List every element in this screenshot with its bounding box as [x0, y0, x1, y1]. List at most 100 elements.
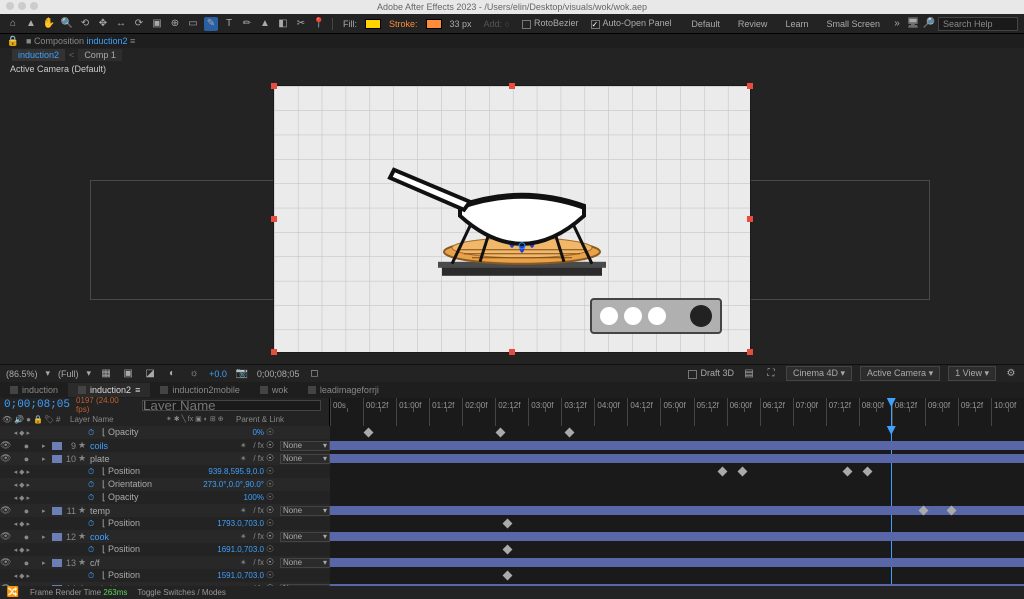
- bbox-handle[interactable]: [271, 216, 277, 222]
- keyframe[interactable]: [565, 428, 575, 438]
- track-row[interactable]: [330, 582, 1024, 586]
- desktop-icon[interactable]: 🖥: [906, 17, 920, 31]
- puppet-tool-icon[interactable]: 📍: [312, 17, 326, 31]
- zoom-tool-icon[interactable]: 🔍: [60, 17, 74, 31]
- rotate-tool-icon[interactable]: ⟳: [132, 17, 146, 31]
- bbox-handle[interactable]: [509, 349, 515, 355]
- bbox-handle[interactable]: [271, 349, 277, 355]
- views-dd[interactable]: 1 View ▾: [948, 366, 996, 381]
- camera-tool-icon[interactable]: ▣: [150, 17, 164, 31]
- bbox-handle[interactable]: [747, 216, 753, 222]
- eraser-tool-icon[interactable]: ◧: [276, 17, 290, 31]
- layer-row[interactable]: 👁●▸12★cook✴ / fx☉None▾: [0, 530, 330, 543]
- property-row[interactable]: ◂ ◆ ▸⏱⌊ Opacity0%☉: [0, 426, 330, 439]
- track-row[interactable]: [330, 439, 1024, 452]
- track-row[interactable]: [330, 465, 1024, 478]
- orbit-tool-icon[interactable]: ⟲: [78, 17, 92, 31]
- layer-row[interactable]: 👁●▸10★plate✴ / fx☉None▾: [0, 452, 330, 465]
- tl-tab-0[interactable]: induction: [0, 383, 68, 397]
- extend-icon[interactable]: ⛶: [764, 367, 778, 381]
- toggle-switches-button[interactable]: Toggle Switches / Modes: [137, 588, 226, 597]
- tl-tab-4[interactable]: leadimageforrji: [298, 383, 389, 397]
- shape-tool-icon[interactable]: ▭: [186, 17, 200, 31]
- type-tool-icon[interactable]: T: [222, 17, 236, 31]
- keyframe[interactable]: [863, 467, 873, 477]
- autoopen-toggle[interactable]: Auto-Open Panel: [587, 17, 676, 29]
- current-time-indicator[interactable]: [891, 398, 892, 426]
- keyframe[interactable]: [738, 467, 748, 477]
- layer-row[interactable]: 👁●▸13★c/f✴ / fx☉None▾: [0, 556, 330, 569]
- ws-smallscreen[interactable]: Small Screen: [818, 17, 888, 31]
- layer-row[interactable]: 👁●▸11★temp✴ / fx☉None▾: [0, 504, 330, 517]
- rotobezier-toggle[interactable]: RotoBezier: [518, 17, 583, 29]
- renderer-dd[interactable]: Cinema 4D ▾: [786, 366, 852, 381]
- property-row[interactable]: ◂ ◆ ▸⏱⌊ Opacity100%☉: [0, 491, 330, 504]
- bbox-handle[interactable]: [271, 83, 277, 89]
- bbox-handle[interactable]: [747, 83, 753, 89]
- brush-tool-icon[interactable]: ✏: [240, 17, 254, 31]
- traffic-lights[interactable]: [6, 2, 38, 10]
- property-row[interactable]: ◂ ◆ ▸⏱⌊ Position1691.0,703.0☉: [0, 543, 330, 556]
- track-row[interactable]: [330, 530, 1024, 543]
- ground-icon[interactable]: ▤: [742, 367, 756, 381]
- track-row[interactable]: [330, 556, 1024, 569]
- stroke-swatch[interactable]: [426, 19, 442, 29]
- resolution-dd[interactable]: (Full): [58, 369, 79, 379]
- grid-toggle-icon[interactable]: ▦: [99, 367, 113, 381]
- current-timecode[interactable]: 0;00;08;05: [4, 399, 70, 411]
- guides-toggle-icon[interactable]: ▣: [121, 367, 135, 381]
- track-row[interactable]: [330, 504, 1024, 517]
- tl-tab-1[interactable]: induction2 ≡: [68, 383, 150, 397]
- tl-tab-3[interactable]: wok: [250, 383, 298, 397]
- layer-outline[interactable]: ◂ ◆ ▸⏱⌊ Opacity0%☉👁●▸9★coils✴ / fx☉None▾…: [0, 426, 330, 586]
- track-row[interactable]: [330, 452, 1024, 465]
- layer-search-input[interactable]: [142, 400, 321, 411]
- layer-row[interactable]: 👁●▸9★coils✴ / fx☉None▾: [0, 439, 330, 452]
- keyframe[interactable]: [502, 545, 512, 555]
- bbox-handle[interactable]: [747, 349, 753, 355]
- track-row[interactable]: [330, 491, 1024, 504]
- breadcrumb-1[interactable]: Comp 1: [78, 49, 122, 61]
- track-row[interactable]: [330, 426, 1024, 439]
- pen-tool-icon[interactable]: ✎: [204, 17, 218, 31]
- draft3d-toggle[interactable]: Draft 3D: [688, 368, 734, 378]
- keyframe[interactable]: [842, 467, 852, 477]
- track-row[interactable]: [330, 478, 1024, 491]
- channel-icon[interactable]: ◐: [165, 367, 179, 381]
- keyframe[interactable]: [495, 428, 505, 438]
- pan-tool-icon[interactable]: ✥: [96, 17, 110, 31]
- reset-exposure-icon[interactable]: ☼: [187, 367, 201, 381]
- clone-tool-icon[interactable]: ▲: [258, 17, 272, 31]
- selection-tool-icon[interactable]: ▲: [24, 17, 38, 31]
- tl-tab-2[interactable]: induction2mobile: [150, 383, 250, 397]
- snapshot-icon[interactable]: 📷: [235, 367, 249, 381]
- stroke-width[interactable]: 33 px: [446, 18, 476, 30]
- camera-dd[interactable]: Active Camera ▾: [860, 366, 940, 381]
- toggle-switches-icon[interactable]: 🔀: [6, 585, 20, 599]
- keyframe[interactable]: [717, 467, 727, 477]
- ws-review[interactable]: Review: [730, 17, 776, 31]
- roto-tool-icon[interactable]: ✂: [294, 17, 308, 31]
- dolly-tool-icon[interactable]: ↔: [114, 17, 128, 31]
- roi-icon[interactable]: ◻: [307, 367, 321, 381]
- ws-learn[interactable]: Learn: [777, 17, 816, 31]
- search-help-input[interactable]: Search Help: [938, 17, 1018, 31]
- ws-default[interactable]: Default: [683, 17, 728, 31]
- view-opts-icon[interactable]: ⚙: [1004, 367, 1018, 381]
- property-row[interactable]: ◂ ◆ ▸⏱⌊ Position939.8,595.9,0.0☉: [0, 465, 330, 478]
- composition-viewer[interactable]: [0, 74, 1024, 364]
- anchor-tool-icon[interactable]: ⊕: [168, 17, 182, 31]
- hand-tool-icon[interactable]: ✋: [42, 17, 56, 31]
- property-row[interactable]: ◂ ◆ ▸⏱⌊ Position1793.0,703.0☉: [0, 517, 330, 530]
- home-icon[interactable]: ⌂: [6, 17, 20, 31]
- keyframe[interactable]: [502, 519, 512, 529]
- exposure-value[interactable]: +0.0: [209, 369, 227, 379]
- breadcrumb-0[interactable]: induction2: [12, 49, 65, 61]
- time-ruler[interactable]: 00s00:12f01:00f01:12f02:00f02:12f03:00f0…: [330, 398, 1024, 426]
- timeline-tracks[interactable]: [330, 426, 1024, 586]
- preview-time[interactable]: 0;00;08;05: [257, 369, 300, 379]
- keyframe[interactable]: [363, 428, 373, 438]
- magnification-dd[interactable]: (86.5%): [6, 369, 38, 379]
- composition-canvas[interactable]: [273, 85, 751, 353]
- track-row[interactable]: [330, 543, 1024, 556]
